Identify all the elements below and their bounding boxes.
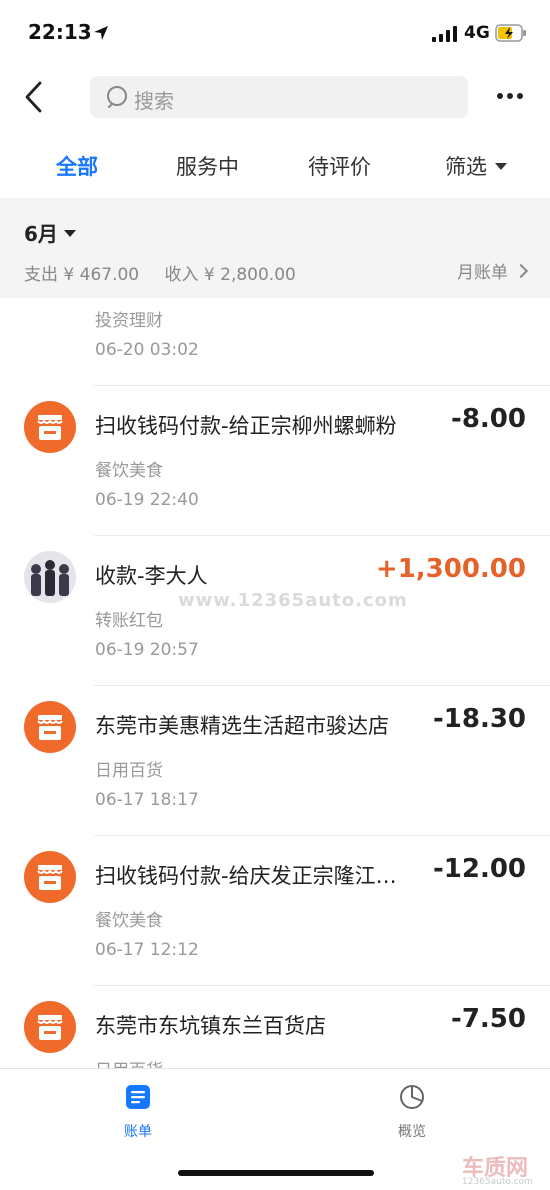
transaction-category: 日用百货 (95, 1056, 163, 1068)
monthly-bill-label: 月账单 (457, 263, 508, 283)
more-options-button[interactable] (492, 84, 528, 108)
tab-pending-review[interactable]: 待评价 (308, 151, 371, 181)
chevron-right-icon (513, 263, 529, 279)
watermark-text: www.12365auto.com (178, 590, 408, 611)
list-item[interactable]: 东莞市美惠精选生活超市骏达店 -18.30 日用百货 06-17 18:17 (0, 686, 550, 836)
nav-bar: 搜索 (0, 64, 550, 130)
user-avatar-wrap (24, 551, 76, 603)
pie-chart-icon (400, 1085, 424, 1109)
transaction-title: 收款-李大人 (95, 564, 208, 588)
transaction-amount: -12.00 (432, 854, 526, 884)
merchant-icon-wrap (24, 1001, 76, 1053)
transaction-category: 日用百货 (95, 761, 163, 781)
transaction-date: 06-19 22:40 (95, 490, 199, 510)
chevron-left-icon (25, 81, 42, 113)
store-icon (24, 851, 76, 903)
month-summary-panel: 6月 支出 ¥ 467.00 收入 ¥ 2,800.00 月账单 (0, 198, 550, 298)
transaction-date: 06-19 20:57 (95, 640, 199, 660)
store-icon (24, 1001, 76, 1053)
transaction-amount: -8.00 (451, 404, 526, 434)
search-icon (107, 86, 127, 108)
transaction-title: 扫收钱码付款-给庆发正宗隆江… (95, 864, 397, 888)
merchant-icon-wrap (24, 701, 76, 753)
month-totals: 支出 ¥ 467.00 收入 ¥ 2,800.00 (24, 260, 302, 285)
store-icon (24, 401, 76, 453)
tab-all[interactable]: 全部 (56, 151, 98, 181)
transaction-date: 06-20 03:02 (95, 340, 199, 360)
transaction-category: 转账红包 (95, 611, 163, 631)
merchant-icon-wrap (24, 851, 76, 903)
cellular-signal-icon (432, 26, 457, 42)
status-bar: 22:13 4G (0, 0, 550, 64)
search-placeholder: 搜索 (134, 89, 174, 113)
month-income: 收入 ¥ 2,800.00 (164, 265, 296, 285)
network-type: 4G (464, 23, 490, 43)
tab-overview-label: 概览 (398, 1124, 426, 1140)
transaction-date: 06-17 12:12 (95, 940, 199, 960)
location-arrow-icon (94, 26, 108, 40)
transaction-category: 餐饮美食 (95, 911, 163, 931)
tab-bill[interactable]: 账单 (108, 1083, 168, 1141)
transaction-title: 东莞市美惠精选生活超市骏达店 (95, 714, 389, 738)
transaction-category: 投资理财 (95, 311, 163, 331)
tab-filter-label: 筛选 (445, 155, 487, 179)
list-item[interactable]: 投资理财 06-20 03:02 (0, 298, 550, 386)
tab-overview[interactable]: 概览 (382, 1083, 442, 1141)
back-button[interactable] (18, 78, 54, 116)
list-item[interactable]: 东莞市东坑镇东兰百货店 -7.50 日用百货 (0, 986, 550, 1068)
battery-charging-icon (495, 24, 526, 42)
transaction-title: 东莞市东坑镇东兰百货店 (95, 1014, 326, 1038)
bill-icon (126, 1085, 150, 1109)
month-selector[interactable]: 6月 (24, 218, 76, 247)
tab-in-service[interactable]: 服务中 (176, 151, 239, 181)
caret-down-icon (495, 162, 507, 170)
transaction-date: 06-17 18:17 (95, 790, 199, 810)
transaction-list: 投资理财 06-20 03:02 扫收钱码付款-给正宗柳州螺蛳粉 -8.00 餐… (0, 298, 550, 1068)
search-input[interactable]: 搜索 (90, 76, 468, 118)
transaction-amount: +1,300.00 (375, 554, 526, 584)
transaction-amount: -18.30 (432, 704, 526, 734)
month-expense: 支出 ¥ 467.00 (24, 265, 140, 285)
caret-down-icon (63, 230, 76, 237)
store-icon (24, 701, 76, 753)
transaction-amount: -7.50 (451, 1004, 526, 1034)
merchant-icon-wrap (24, 401, 76, 453)
tab-filter[interactable]: 筛选 (445, 151, 507, 181)
tab-bill-label: 账单 (124, 1124, 152, 1140)
home-indicator[interactable] (178, 1170, 374, 1176)
month-label: 6月 (24, 222, 58, 246)
list-item[interactable]: 扫收钱码付款-给庆发正宗隆江… -12.00 餐饮美食 06-17 12:12 (0, 836, 550, 986)
more-dots-icon (497, 93, 523, 99)
transaction-title: 扫收钱码付款-给正宗柳州螺蛳粉 (95, 414, 397, 438)
filter-tabs: 全部 服务中 待评价 筛选 (0, 130, 550, 198)
brand-watermark-url: 12365auto.com (462, 1177, 533, 1187)
monthly-bill-link[interactable]: 月账单 (457, 258, 529, 283)
avatar (24, 551, 76, 603)
transaction-category: 餐饮美食 (95, 461, 163, 481)
list-item[interactable]: 收款-李大人 +1,300.00 转账红包 06-19 20:57 (0, 536, 550, 686)
status-time: 22:13 (28, 20, 92, 44)
list-item[interactable]: 扫收钱码付款-给正宗柳州螺蛳粉 -8.00 餐饮美食 06-19 22:40 (0, 386, 550, 536)
